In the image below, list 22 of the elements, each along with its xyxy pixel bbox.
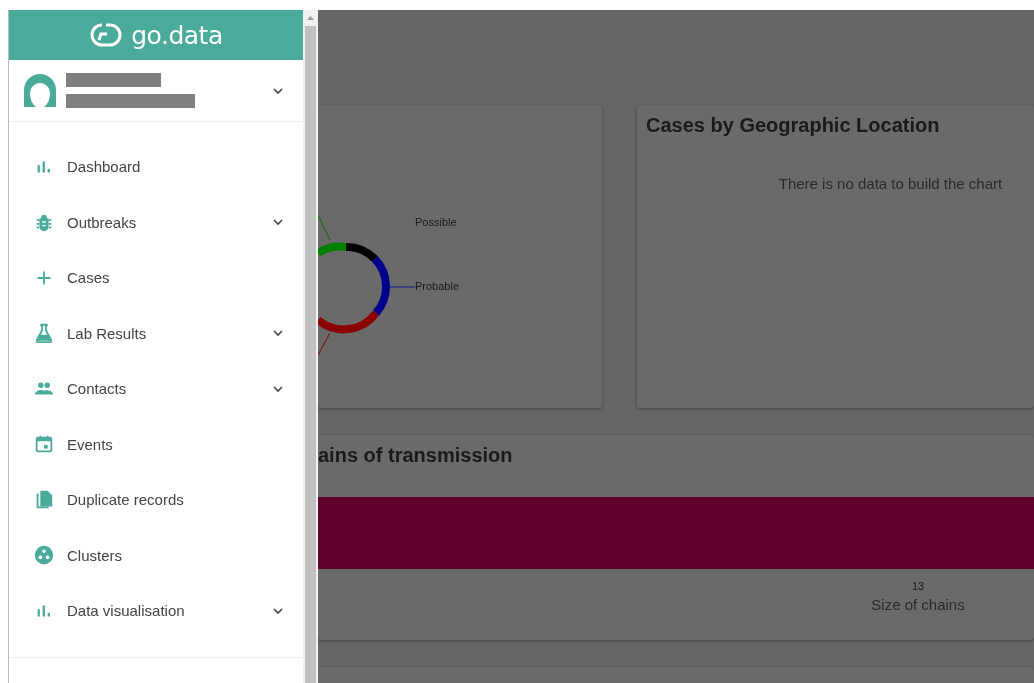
menu-item[interactable]: Clusters bbox=[9, 527, 303, 583]
card-title: ains of transmission bbox=[318, 443, 514, 467]
menu-item[interactable]: Cases bbox=[9, 250, 303, 306]
logo-icon bbox=[89, 22, 124, 48]
flask-icon bbox=[33, 322, 55, 345]
menu-item[interactable]: Outbreaks bbox=[9, 194, 303, 250]
menu-item[interactable]: Lab Results bbox=[9, 305, 303, 361]
cluster-icon bbox=[33, 544, 55, 567]
chart-label: Possible bbox=[415, 216, 457, 228]
empty-message: There is no data to build the chart bbox=[778, 175, 1003, 192]
menu-item[interactable]: Events bbox=[9, 416, 303, 472]
avatar-icon bbox=[22, 72, 58, 109]
scrollbar[interactable] bbox=[303, 10, 318, 683]
card-title: Cases by Geographic Location bbox=[645, 113, 941, 137]
axis-label: Size of chains bbox=[871, 596, 965, 613]
menu-item[interactable]: Duplicate records bbox=[9, 472, 303, 528]
logo-text: go.data bbox=[131, 20, 223, 50]
menu-item[interactable]: Data visualisation bbox=[9, 583, 303, 639]
axis-tick: 13 bbox=[911, 580, 925, 592]
chart-label: Probable bbox=[415, 280, 460, 292]
menu-item[interactable]: Dashboard bbox=[9, 139, 303, 195]
menu-item[interactable]: Contacts bbox=[9, 361, 303, 417]
